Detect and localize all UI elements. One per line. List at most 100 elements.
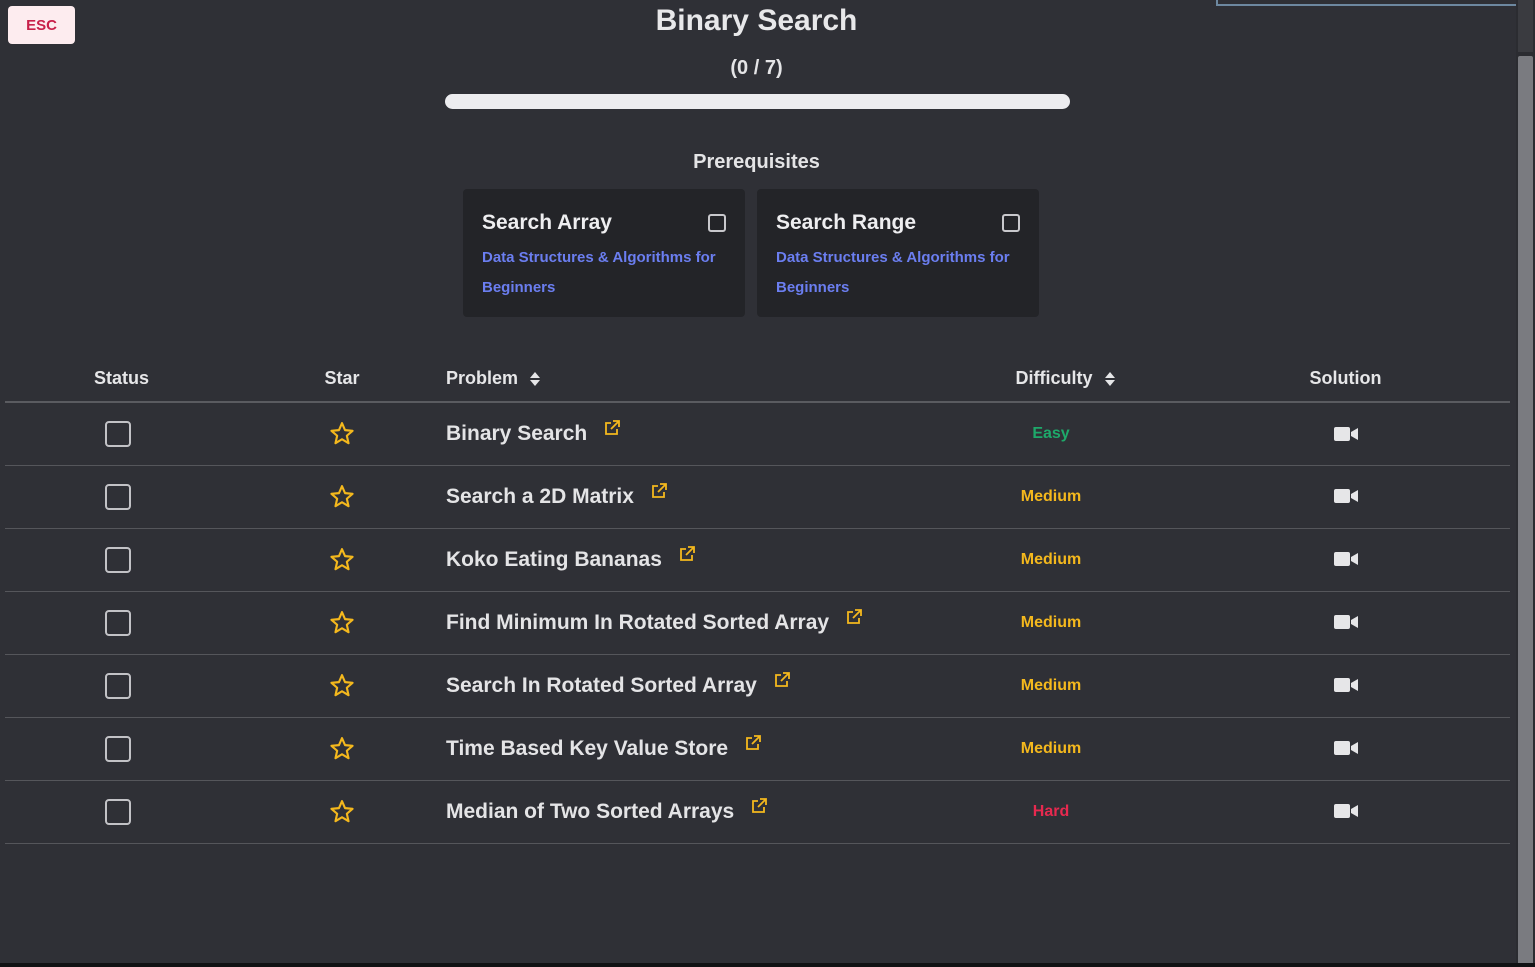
table-row: Time Based Key Value Store Medium bbox=[5, 717, 1510, 781]
table-row: Search a 2D Matrix Medium bbox=[5, 465, 1510, 529]
problem-cell: Find Minimum In Rotated Sorted Array bbox=[446, 591, 921, 655]
star-cell bbox=[238, 717, 446, 781]
star-outline-icon[interactable] bbox=[328, 800, 356, 823]
star-cell bbox=[238, 591, 446, 655]
solution-cell bbox=[1181, 528, 1510, 592]
header-problem-label[interactable]: Problem bbox=[446, 368, 518, 389]
difficulty-cell: Medium bbox=[921, 528, 1181, 592]
problem-cell: Search a 2D Matrix bbox=[446, 465, 921, 529]
video-camera-icon[interactable] bbox=[1333, 425, 1358, 442]
difficulty-cell: Medium bbox=[921, 654, 1181, 718]
prerequisites-heading: Prerequisites bbox=[693, 151, 820, 173]
problem-link[interactable]: Binary Search bbox=[446, 422, 587, 445]
star-outline-icon[interactable] bbox=[328, 548, 356, 571]
problem-link[interactable]: Median of Two Sorted Arrays bbox=[446, 800, 734, 823]
star-outline-icon[interactable] bbox=[328, 737, 356, 760]
problem-cell: Koko Eating Bananas bbox=[446, 528, 921, 592]
video-camera-icon[interactable] bbox=[1333, 551, 1358, 568]
star-outline-icon[interactable] bbox=[328, 485, 356, 508]
external-link-icon[interactable] bbox=[773, 671, 791, 694]
video-camera-icon[interactable] bbox=[1333, 488, 1358, 505]
video-camera-icon[interactable] bbox=[1333, 803, 1358, 820]
problem-link[interactable]: Time Based Key Value Store bbox=[446, 737, 728, 760]
status-cell bbox=[5, 465, 238, 529]
star-cell bbox=[238, 780, 446, 844]
table-header-row: Status Star Problem Difficulty Solution bbox=[5, 356, 1510, 403]
external-link-icon[interactable] bbox=[845, 608, 863, 631]
status-checkbox[interactable] bbox=[104, 609, 131, 636]
header-solution: Solution bbox=[1181, 356, 1510, 403]
prerequisite-course-link[interactable]: Data Structures & Algorithms for Beginne… bbox=[482, 243, 722, 303]
status-cell bbox=[5, 402, 238, 466]
status-cell bbox=[5, 780, 238, 844]
problem-link[interactable]: Koko Eating Bananas bbox=[446, 548, 662, 571]
solution-cell bbox=[1181, 654, 1510, 718]
problem-link[interactable]: Search a 2D Matrix bbox=[446, 485, 634, 508]
solution-cell bbox=[1181, 717, 1510, 781]
star-outline-icon[interactable] bbox=[328, 674, 356, 697]
prerequisite-checkbox[interactable] bbox=[708, 214, 726, 232]
table-row: Search In Rotated Sorted Array Medium bbox=[5, 654, 1510, 718]
status-checkbox[interactable] bbox=[104, 420, 131, 447]
video-camera-icon[interactable] bbox=[1333, 677, 1358, 694]
video-camera-icon[interactable] bbox=[1333, 614, 1358, 631]
difficulty-cell: Medium bbox=[921, 591, 1181, 655]
prerequisite-course-link[interactable]: Data Structures & Algorithms for Beginne… bbox=[776, 243, 1016, 303]
problem-cell: Median of Two Sorted Arrays bbox=[446, 780, 921, 844]
status-cell bbox=[5, 654, 238, 718]
difficulty-badge: Medium bbox=[1020, 613, 1082, 631]
problem-link[interactable]: Search In Rotated Sorted Array bbox=[446, 674, 757, 697]
video-camera-icon[interactable] bbox=[1333, 740, 1358, 757]
page-title: Binary Search bbox=[655, 4, 858, 37]
star-cell bbox=[238, 465, 446, 529]
window-bottom-edge bbox=[0, 963, 1535, 967]
solution-cell bbox=[1181, 402, 1510, 466]
header-difficulty[interactable]: Difficulty bbox=[921, 356, 1181, 403]
difficulty-cell: Hard bbox=[921, 780, 1181, 844]
sort-icon[interactable] bbox=[1104, 371, 1115, 387]
problems-table: Status Star Problem Difficulty Solution … bbox=[5, 356, 1510, 844]
status-cell bbox=[5, 528, 238, 592]
external-link-icon[interactable] bbox=[744, 734, 762, 757]
scrollbar-track-top bbox=[1518, 0, 1533, 52]
header-difficulty-label[interactable]: Difficulty bbox=[1015, 368, 1092, 389]
solution-cell bbox=[1181, 780, 1510, 844]
problem-link[interactable]: Find Minimum In Rotated Sorted Array bbox=[446, 611, 829, 634]
status-checkbox[interactable] bbox=[104, 483, 131, 510]
prerequisite-title[interactable]: Search Range bbox=[776, 209, 1020, 237]
status-cell bbox=[5, 717, 238, 781]
table-row: Find Minimum In Rotated Sorted Array Medi… bbox=[5, 591, 1510, 655]
difficulty-cell: Medium bbox=[921, 717, 1181, 781]
scrollbar[interactable] bbox=[1516, 0, 1535, 967]
difficulty-cell: Medium bbox=[921, 465, 1181, 529]
prerequisite-checkbox[interactable] bbox=[1002, 214, 1020, 232]
table-row: Binary Search Easy bbox=[5, 402, 1510, 466]
external-link-icon[interactable] bbox=[650, 482, 668, 505]
status-checkbox[interactable] bbox=[104, 798, 131, 825]
prerequisite-title[interactable]: Search Array bbox=[482, 209, 726, 237]
difficulty-cell: Easy bbox=[921, 402, 1181, 466]
star-outline-icon[interactable] bbox=[328, 422, 356, 445]
header-solution-label: Solution bbox=[1309, 368, 1382, 388]
difficulty-badge: Easy bbox=[1032, 424, 1070, 442]
prerequisite-card[interactable]: Search Array Data Structures & Algorithm… bbox=[463, 189, 745, 317]
star-outline-icon[interactable] bbox=[328, 611, 356, 634]
status-checkbox[interactable] bbox=[104, 672, 131, 699]
external-link-icon[interactable] bbox=[678, 545, 696, 568]
external-link-icon[interactable] bbox=[750, 797, 768, 820]
header-star: Star bbox=[238, 356, 446, 403]
status-checkbox[interactable] bbox=[104, 546, 131, 573]
solution-cell bbox=[1181, 465, 1510, 529]
prerequisite-card[interactable]: Search Range Data Structures & Algorithm… bbox=[757, 189, 1039, 317]
problem-cell: Search In Rotated Sorted Array bbox=[446, 654, 921, 718]
header-problem[interactable]: Problem bbox=[446, 356, 921, 403]
star-cell bbox=[238, 528, 446, 592]
star-cell bbox=[238, 654, 446, 718]
sort-icon[interactable] bbox=[530, 371, 541, 387]
status-checkbox[interactable] bbox=[104, 735, 131, 762]
scrollbar-thumb[interactable] bbox=[1518, 56, 1533, 967]
table-row: Koko Eating Bananas Medium bbox=[5, 528, 1510, 592]
external-link-icon[interactable] bbox=[603, 419, 621, 442]
star-cell bbox=[238, 402, 446, 466]
difficulty-badge: Medium bbox=[1020, 676, 1082, 694]
